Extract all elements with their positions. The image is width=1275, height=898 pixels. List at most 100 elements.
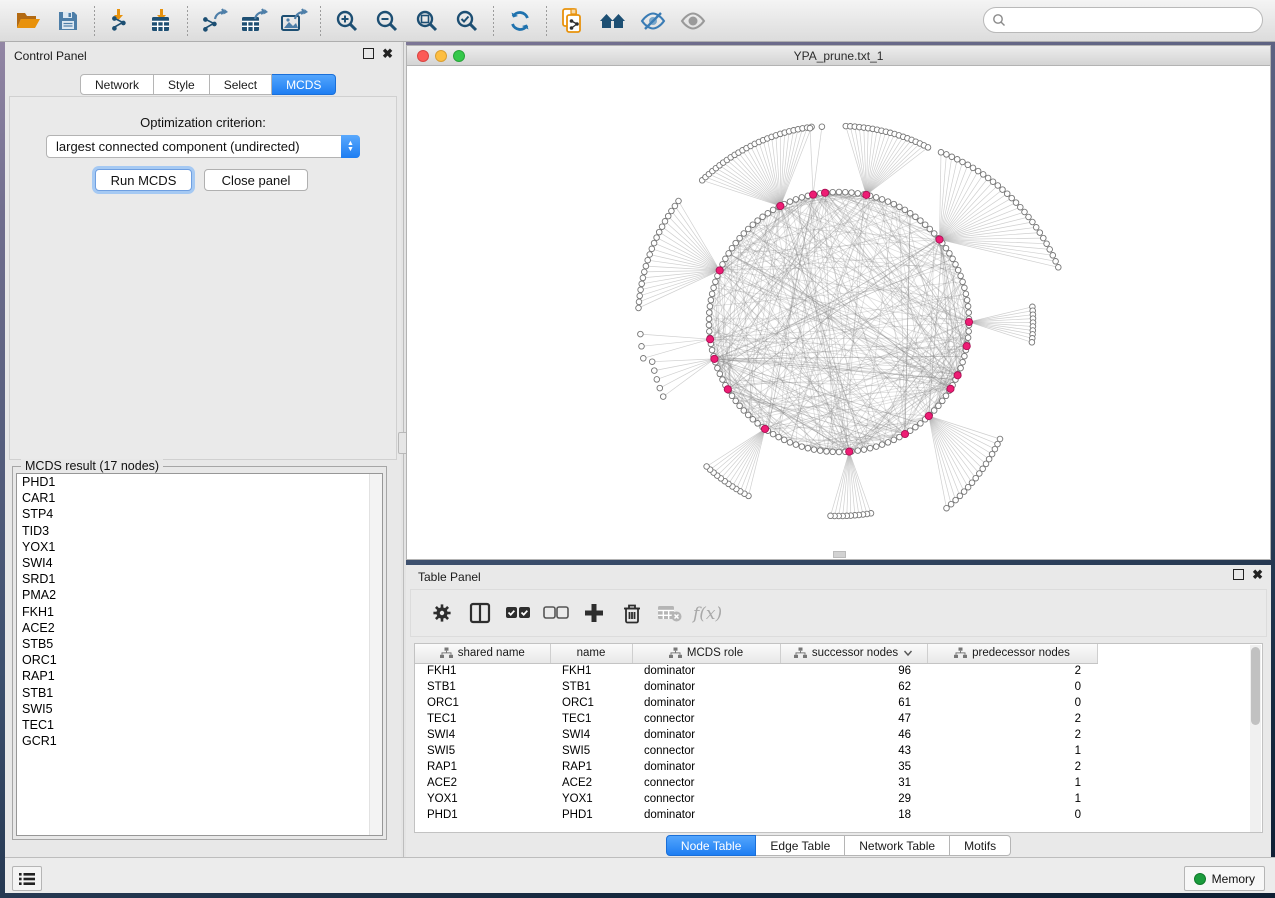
- network-node[interactable]: [965, 304, 971, 310]
- table-cell[interactable]: 2: [927, 759, 1097, 775]
- network-node[interactable]: [960, 359, 966, 365]
- table-cell[interactable]: connector: [632, 743, 780, 759]
- mcds-node[interactable]: [965, 318, 972, 325]
- network-node[interactable]: [966, 310, 972, 316]
- mcds-result-item[interactable]: TEC1: [17, 717, 382, 733]
- mcds-result-item[interactable]: FKH1: [17, 604, 382, 620]
- network-node[interactable]: [918, 421, 924, 427]
- table-row[interactable]: PHD1PHD1dominator180: [415, 807, 1097, 823]
- network-node[interactable]: [641, 356, 647, 362]
- table-cell[interactable]: YOX1: [415, 791, 550, 807]
- network-node[interactable]: [760, 214, 766, 220]
- mcds-result-item[interactable]: SRD1: [17, 571, 382, 587]
- table-cell[interactable]: TEC1: [415, 711, 550, 727]
- network-node[interactable]: [873, 195, 879, 201]
- network-node[interactable]: [891, 201, 897, 207]
- network-node[interactable]: [1004, 191, 1010, 197]
- mcds-node[interactable]: [863, 191, 870, 198]
- tab-node-table[interactable]: Node Table: [666, 835, 757, 856]
- table-cell[interactable]: dominator: [632, 663, 780, 679]
- network-node[interactable]: [1026, 214, 1032, 220]
- network-node[interactable]: [654, 235, 660, 241]
- network-node[interactable]: [649, 246, 655, 252]
- table-cell[interactable]: 1: [927, 743, 1097, 759]
- export-table-button[interactable]: [234, 4, 274, 38]
- list-scrollbar[interactable]: [369, 474, 382, 835]
- network-node[interactable]: [867, 445, 873, 451]
- network-node[interactable]: [885, 440, 891, 446]
- table-row[interactable]: ORC1ORC1dominator610: [415, 695, 1097, 711]
- network-node[interactable]: [938, 150, 944, 156]
- network-node[interactable]: [885, 199, 891, 205]
- close-table-panel-icon[interactable]: ✖: [1252, 569, 1263, 580]
- network-node[interactable]: [640, 275, 646, 281]
- network-node[interactable]: [913, 424, 919, 430]
- network-node[interactable]: [649, 359, 655, 365]
- table-cell[interactable]: STB1: [415, 679, 550, 695]
- mcds-result-list[interactable]: PHD1CAR1STP4TID3YOX1SWI4SRD1PMA2FKH1ACE2…: [16, 473, 383, 836]
- network-node[interactable]: [1056, 265, 1062, 271]
- table-row[interactable]: FKH1FKH1dominator962: [415, 663, 1097, 679]
- table-cell[interactable]: ACE2: [415, 775, 550, 791]
- network-node[interactable]: [715, 365, 721, 371]
- network-node[interactable]: [950, 256, 956, 262]
- network-node[interactable]: [643, 263, 649, 269]
- network-node[interactable]: [807, 125, 813, 131]
- network-node[interactable]: [953, 262, 959, 268]
- table-cell[interactable]: FKH1: [415, 663, 550, 679]
- table-cell[interactable]: 0: [927, 695, 1097, 711]
- network-node[interactable]: [672, 203, 678, 209]
- network-node[interactable]: [636, 305, 642, 311]
- network-node[interactable]: [741, 231, 747, 237]
- mcds-node[interactable]: [947, 385, 954, 392]
- network-node[interactable]: [962, 285, 968, 291]
- network-node[interactable]: [707, 304, 713, 310]
- network-node[interactable]: [1050, 253, 1056, 259]
- network-node[interactable]: [861, 447, 867, 453]
- network-node[interactable]: [720, 377, 726, 383]
- network-node[interactable]: [707, 310, 713, 316]
- network-node[interactable]: [793, 197, 799, 203]
- network-node[interactable]: [960, 279, 966, 285]
- mcds-result-item[interactable]: STB5: [17, 636, 382, 652]
- table-row[interactable]: TEC1TEC1connector472: [415, 711, 1097, 727]
- table-cell[interactable]: 0: [927, 807, 1097, 823]
- network-node[interactable]: [726, 251, 732, 257]
- network-node[interactable]: [704, 464, 710, 470]
- mcds-result-item[interactable]: SWI4: [17, 555, 382, 571]
- tab-network[interactable]: Network: [80, 74, 154, 95]
- network-node[interactable]: [793, 442, 799, 448]
- network-node[interactable]: [1037, 230, 1043, 236]
- zoom-out-button[interactable]: [367, 4, 407, 38]
- network-node[interactable]: [781, 437, 787, 443]
- table-cell[interactable]: 1: [927, 791, 1097, 807]
- add-row-button[interactable]: [575, 595, 613, 631]
- network-node[interactable]: [1013, 200, 1019, 206]
- network-node[interactable]: [949, 154, 955, 160]
- network-node[interactable]: [638, 287, 644, 293]
- mcds-node[interactable]: [901, 430, 908, 437]
- network-node[interactable]: [637, 293, 643, 299]
- refresh-layout-button[interactable]: [500, 4, 540, 38]
- network-node[interactable]: [965, 162, 971, 168]
- table-row[interactable]: STB1STB1dominator620: [415, 679, 1097, 695]
- column-header-name[interactable]: name: [550, 644, 632, 663]
- network-node[interactable]: [958, 365, 964, 371]
- network-node[interactable]: [1000, 187, 1006, 193]
- network-node[interactable]: [755, 421, 761, 427]
- open-file-button[interactable]: [8, 4, 48, 38]
- network-node[interactable]: [717, 371, 723, 377]
- network-node[interactable]: [964, 297, 970, 303]
- run-mcds-button[interactable]: Run MCDS: [95, 169, 192, 191]
- network-node[interactable]: [925, 145, 931, 151]
- network-node[interactable]: [741, 408, 747, 414]
- network-node[interactable]: [936, 403, 942, 409]
- network-node[interactable]: [931, 231, 937, 237]
- network-node[interactable]: [639, 344, 645, 350]
- tab-network-table[interactable]: Network Table: [845, 835, 950, 856]
- network-node[interactable]: [1044, 241, 1050, 247]
- network-node[interactable]: [657, 385, 663, 391]
- column-header-shared-name[interactable]: shared name: [415, 644, 550, 663]
- table-row[interactable]: ACE2ACE2connector311: [415, 775, 1097, 791]
- network-node[interactable]: [654, 377, 660, 383]
